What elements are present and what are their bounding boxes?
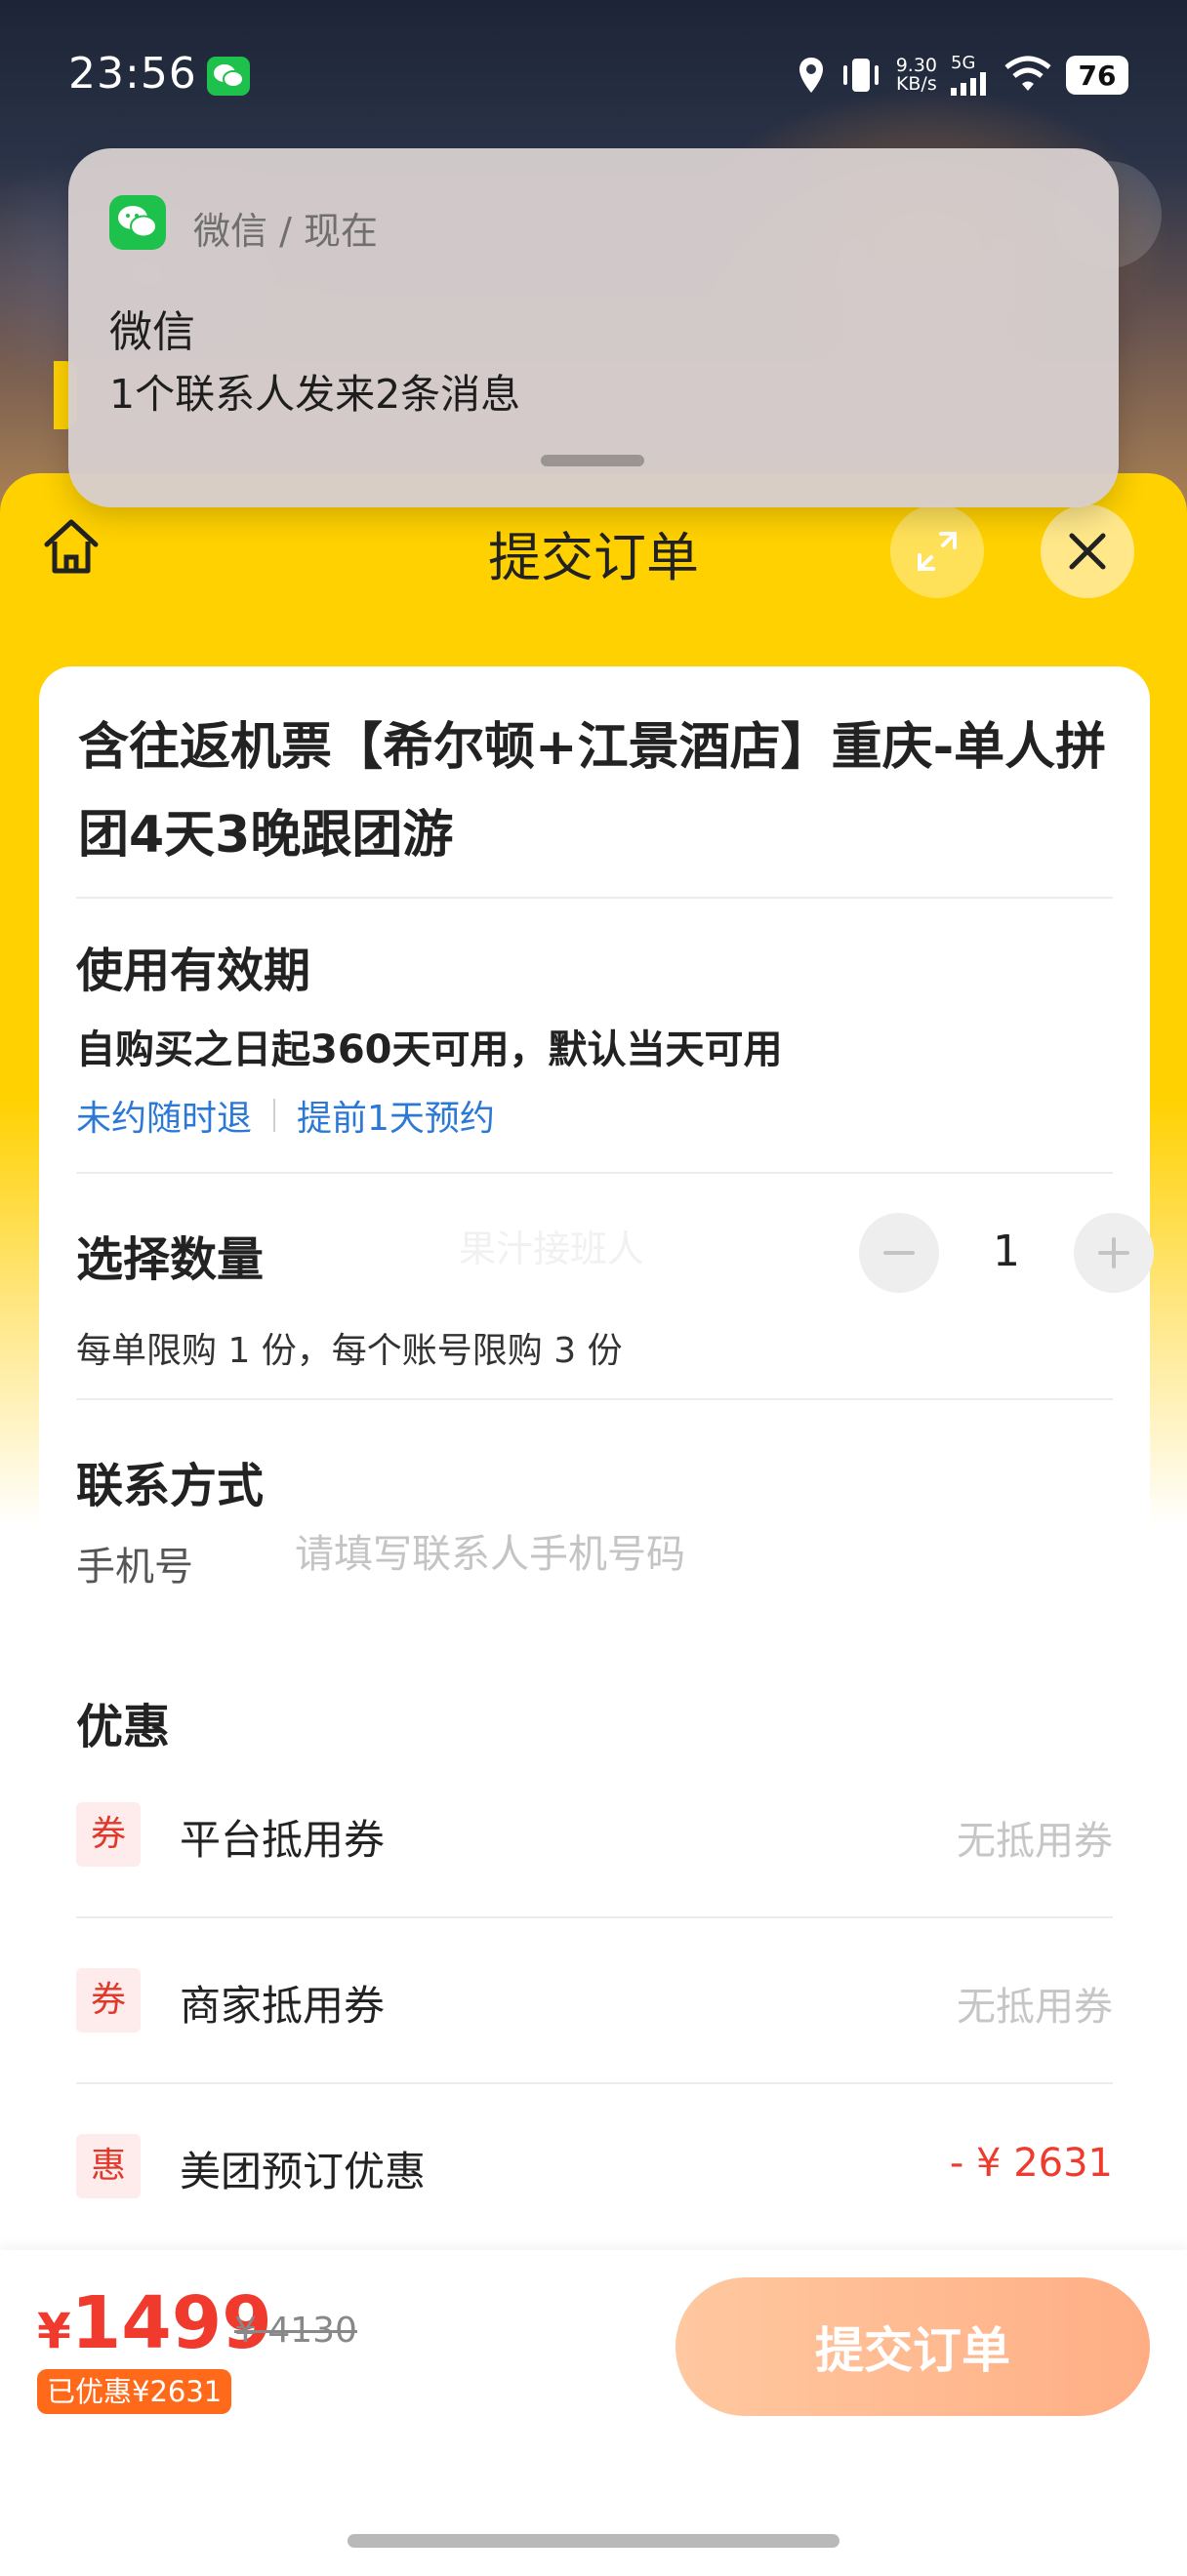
discount-value: 无抵用券	[957, 1985, 1113, 2030]
discount-label: 商家抵用券	[180, 1982, 386, 2030]
home-indicator[interactable]	[348, 2534, 839, 2548]
quantity-title: 选择数量	[76, 1232, 265, 1287]
status-bar: 23:56 9.30 KB/s 5G 76	[0, 0, 1187, 146]
tag-refund: 未约随时退	[76, 1099, 253, 1139]
discount-value: 无抵用券	[957, 1819, 1113, 1864]
close-button[interactable]	[1041, 504, 1134, 598]
vibrate-icon	[842, 59, 879, 92]
wechat-status-icon	[207, 57, 250, 96]
discount-row-platform-coupon[interactable]: 券 平台抵用券 无抵用券	[76, 1788, 1113, 1885]
discounts-title: 优惠	[76, 1700, 171, 1754]
checkout-bar: ¥1499 ¥ 4130 已优惠¥2631 提交订单	[0, 2250, 1187, 2576]
page-title: 提交订单	[488, 527, 699, 588]
net-speed: 9.30 KB/s	[896, 57, 937, 94]
net-speed-unit: KB/s	[895, 73, 937, 95]
saved-badge: 已优惠¥2631	[37, 2369, 232, 2414]
purchase-limit: 每单限购 1 份，每个账号限购 3 份	[76, 1331, 623, 1371]
order-details-card: 含往返机票【希尔顿+江景酒店】重庆-单人拼团4天3晚跟团游 使用有效期 自购买之…	[39, 666, 1154, 1628]
signal-icon	[951, 72, 986, 96]
divider	[76, 897, 1113, 899]
decrease-button[interactable]	[859, 1213, 939, 1293]
notification-app-line: 微信 / 现在	[193, 210, 378, 253]
increase-button[interactable]	[1074, 1213, 1154, 1293]
discount-row-merchant-coupon[interactable]: 券 商家抵用券 无抵用券	[76, 1953, 1113, 2051]
tag-separator	[273, 1099, 276, 1132]
plus-icon	[1098, 1237, 1129, 1268]
contact-title: 联系方式	[76, 1459, 265, 1513]
quantity-stepper: 1	[859, 1213, 1154, 1293]
divider	[76, 1916, 1113, 1918]
validity-tags: 未约随时退 提前1天预约	[76, 1090, 495, 1141]
coupon-badge: 券	[76, 1968, 141, 2033]
expand-icon	[918, 532, 957, 571]
phone-input[interactable]	[295, 1525, 978, 1584]
notification-body: 1个联系人发来2条消息	[109, 371, 521, 418]
validity-title: 使用有效期	[76, 944, 311, 998]
discount-row-meituan-promo: 惠 美团预订优惠 - ¥ 2631	[76, 2119, 1113, 2217]
wechat-notification[interactable]: 微信 / 现在 微信 1个联系人发来2条消息	[68, 148, 1119, 507]
validity-text: 自购买之日起360天可用，默认当天可用	[76, 1027, 783, 1072]
discount-label: 美团预订优惠	[180, 2148, 427, 2195]
phone-label: 手机号	[76, 1545, 193, 1590]
currency-symbol: ¥	[37, 2303, 71, 2359]
coupon-badge: 券	[76, 1802, 141, 1867]
quantity-value: 1	[993, 1227, 1020, 1276]
location-icon	[798, 58, 823, 93]
status-time: 23:56	[68, 49, 197, 99]
minus-icon	[883, 1251, 915, 1255]
promo-badge: 惠	[76, 2134, 141, 2198]
discount-amount: - ¥ 2631	[949, 2141, 1113, 2186]
divider	[76, 2082, 1113, 2084]
submit-order-button[interactable]: 提交订单	[675, 2277, 1150, 2416]
divider	[76, 1398, 1113, 1400]
status-icons: 9.30 KB/s 5G 76	[797, 51, 1128, 100]
notification-title: 微信	[109, 307, 195, 357]
battery-indicator: 76	[1066, 56, 1128, 95]
divider	[76, 1172, 1113, 1174]
expand-button[interactable]	[890, 504, 984, 598]
discount-label: 平台抵用券	[180, 1816, 386, 1864]
tag-booking: 提前1天预约	[297, 1099, 495, 1139]
close-icon	[1069, 533, 1106, 570]
wechat-icon	[109, 195, 166, 250]
wifi-icon	[1004, 56, 1051, 91]
signal-group: 5G	[951, 55, 990, 96]
discounts-card: 优惠 券 平台抵用券 无抵用券 券 商家抵用券 无抵用券 惠 美团预订优惠 - …	[39, 1655, 1150, 2244]
watermark: 果汁接班人	[459, 1228, 645, 1270]
notification-drag-handle[interactable]	[541, 455, 644, 466]
network-type: 5G	[951, 53, 976, 73]
original-price: ¥ 4130	[234, 2311, 357, 2351]
product-title: 含往返机票【希尔顿+江景酒店】重庆-单人拼团4天3晚跟团游	[78, 718, 1107, 865]
